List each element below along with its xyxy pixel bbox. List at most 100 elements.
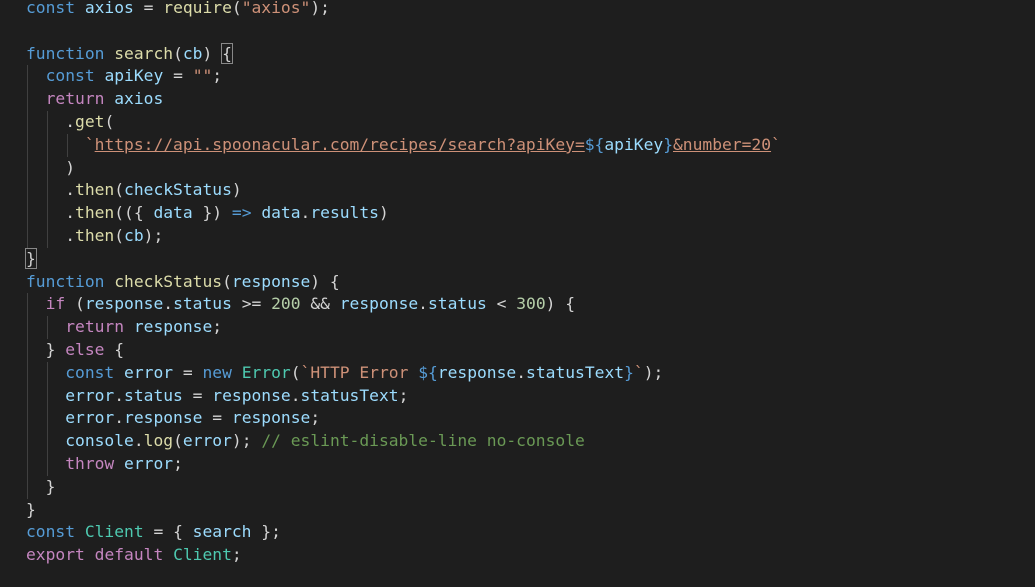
punctuation-token: [85, 545, 95, 564]
punctuation-token: ;: [310, 408, 321, 428]
punctuation-token: ;: [212, 66, 223, 86]
punctuation-token: [104, 89, 114, 108]
code-line[interactable]: return axios: [26, 88, 164, 111]
string-token: "": [192, 66, 213, 86]
punctuation-token: ): [202, 43, 223, 63]
punctuation-token: [163, 545, 173, 564]
code-line[interactable]: .get(: [26, 111, 114, 134]
code-line[interactable]: ): [26, 157, 75, 180]
identifier-token: axios: [84, 0, 134, 17]
identifier-token: statusText: [300, 385, 399, 405]
punctuation-token: ;: [173, 454, 183, 473]
code-line[interactable]: }: [26, 476, 56, 499]
indent-guide: [27, 293, 28, 499]
code-line[interactable]: const axios = require("axios");: [26, 0, 330, 20]
punctuation-token: }: [26, 499, 36, 519]
keyword-token: function: [26, 43, 105, 63]
identifier-token: response: [124, 408, 203, 428]
code-line[interactable]: export default Client;: [26, 544, 242, 567]
punctuation-token: );: [231, 431, 262, 451]
function-name-token: require: [163, 0, 232, 17]
identifier-token: cb: [124, 226, 144, 245]
code-line[interactable]: function search(cb) {: [26, 42, 233, 66]
punctuation-token: .: [114, 385, 125, 405]
punctuation-token: [232, 363, 242, 382]
punctuation-token: ): [26, 157, 76, 177]
identifier-token: results: [310, 203, 379, 223]
punctuation-token: .: [163, 294, 174, 314]
keyword-token: =>: [231, 203, 252, 223]
identifier-token: response: [437, 362, 517, 382]
keyword-token: }: [663, 134, 673, 154]
control-keyword-token: default: [94, 545, 164, 565]
identifier-token: checkStatus: [124, 180, 232, 200]
identifier-token: error: [65, 385, 115, 405]
identifier-token: response: [133, 317, 213, 337]
code-line[interactable]: if (response.status >= 200 && response.s…: [26, 293, 575, 316]
identifier-token: response: [339, 294, 419, 314]
code-line[interactable]: .then(checkStatus): [26, 179, 242, 202]
code-line[interactable]: error.response = response;: [26, 407, 320, 430]
punctuation-token: =: [133, 0, 164, 17]
keyword-token: const: [45, 66, 95, 86]
punctuation-token: =: [163, 66, 193, 86]
code-line[interactable]: console.log(error); // eslint-disable-li…: [26, 430, 585, 453]
keyword-token: const: [26, 522, 76, 542]
punctuation-token: );: [310, 0, 330, 17]
punctuation-token: [75, 0, 85, 17]
punctuation-token: ): [231, 180, 242, 200]
punctuation-token: ) {: [545, 294, 576, 314]
function-name-token: get: [75, 112, 105, 131]
url-link[interactable]: https://api.spoonacular.com/recipes/sear…: [95, 135, 585, 154]
identifier-token: response: [231, 271, 311, 291]
punctuation-token: [26, 317, 65, 336]
punctuation-token: [252, 203, 262, 222]
code-line[interactable]: }: [25, 247, 37, 271]
punctuation-token: [75, 522, 85, 541]
identifier-token: apiKey: [104, 66, 164, 86]
code-line[interactable]: const error = new Error(`HTTP Error ${re…: [26, 362, 663, 385]
punctuation-token: =: [182, 385, 213, 405]
keyword-token: const: [26, 0, 76, 17]
code-line[interactable]: `https://api.spoonacular.com/recipes/sea…: [26, 134, 781, 157]
keyword-token: ${: [418, 362, 438, 382]
identifier-token: error: [124, 362, 174, 382]
punctuation-token: [26, 431, 65, 450]
identifier-token: response: [231, 408, 311, 428]
punctuation-token: (: [65, 294, 85, 314]
string-token: `: [84, 134, 95, 154]
code-line[interactable]: } else {: [26, 339, 124, 362]
indent-guide: [47, 361, 48, 476]
code-line[interactable]: throw error;: [26, 453, 183, 476]
code-line[interactable]: error.status = response.statusText;: [26, 385, 408, 408]
code-editor[interactable]: const axios = require("axios"); function …: [0, 0, 1035, 587]
punctuation-token: [26, 363, 65, 382]
punctuation-token: =: [202, 408, 232, 428]
url-link[interactable]: &number=20: [673, 135, 771, 154]
punctuation-token: .: [133, 431, 144, 451]
punctuation-token: [26, 408, 65, 427]
code-line[interactable]: }: [26, 499, 36, 522]
punctuation-token: }): [192, 203, 232, 223]
function-name-token: log: [143, 431, 174, 451]
code-line[interactable]: const Client = { search };: [26, 521, 281, 544]
identifier-token: status: [427, 294, 487, 314]
string-token: `: [633, 362, 644, 382]
punctuation-token: };: [251, 522, 281, 542]
code-line[interactable]: .then(({ data }) => data.results): [26, 202, 389, 225]
punctuation-token: ) {: [310, 271, 340, 291]
code-line[interactable]: return response;: [26, 316, 222, 339]
punctuation-token: [104, 44, 114, 63]
code-line[interactable]: const apiKey = "";: [26, 65, 1035, 88]
punctuation-token: ;: [212, 317, 223, 337]
code-line[interactable]: function checkStatus(response) {: [26, 271, 340, 294]
string-token: "axios": [241, 0, 311, 17]
indent-guide: [47, 316, 48, 339]
identifier-token: console: [65, 431, 134, 451]
punctuation-token: >=: [231, 294, 272, 314]
identifier-token: data: [153, 203, 193, 223]
punctuation-token: (({: [114, 203, 154, 223]
punctuation-token: = {: [143, 522, 193, 542]
punctuation-token: (: [104, 112, 115, 131]
punctuation-token: .: [290, 385, 301, 405]
